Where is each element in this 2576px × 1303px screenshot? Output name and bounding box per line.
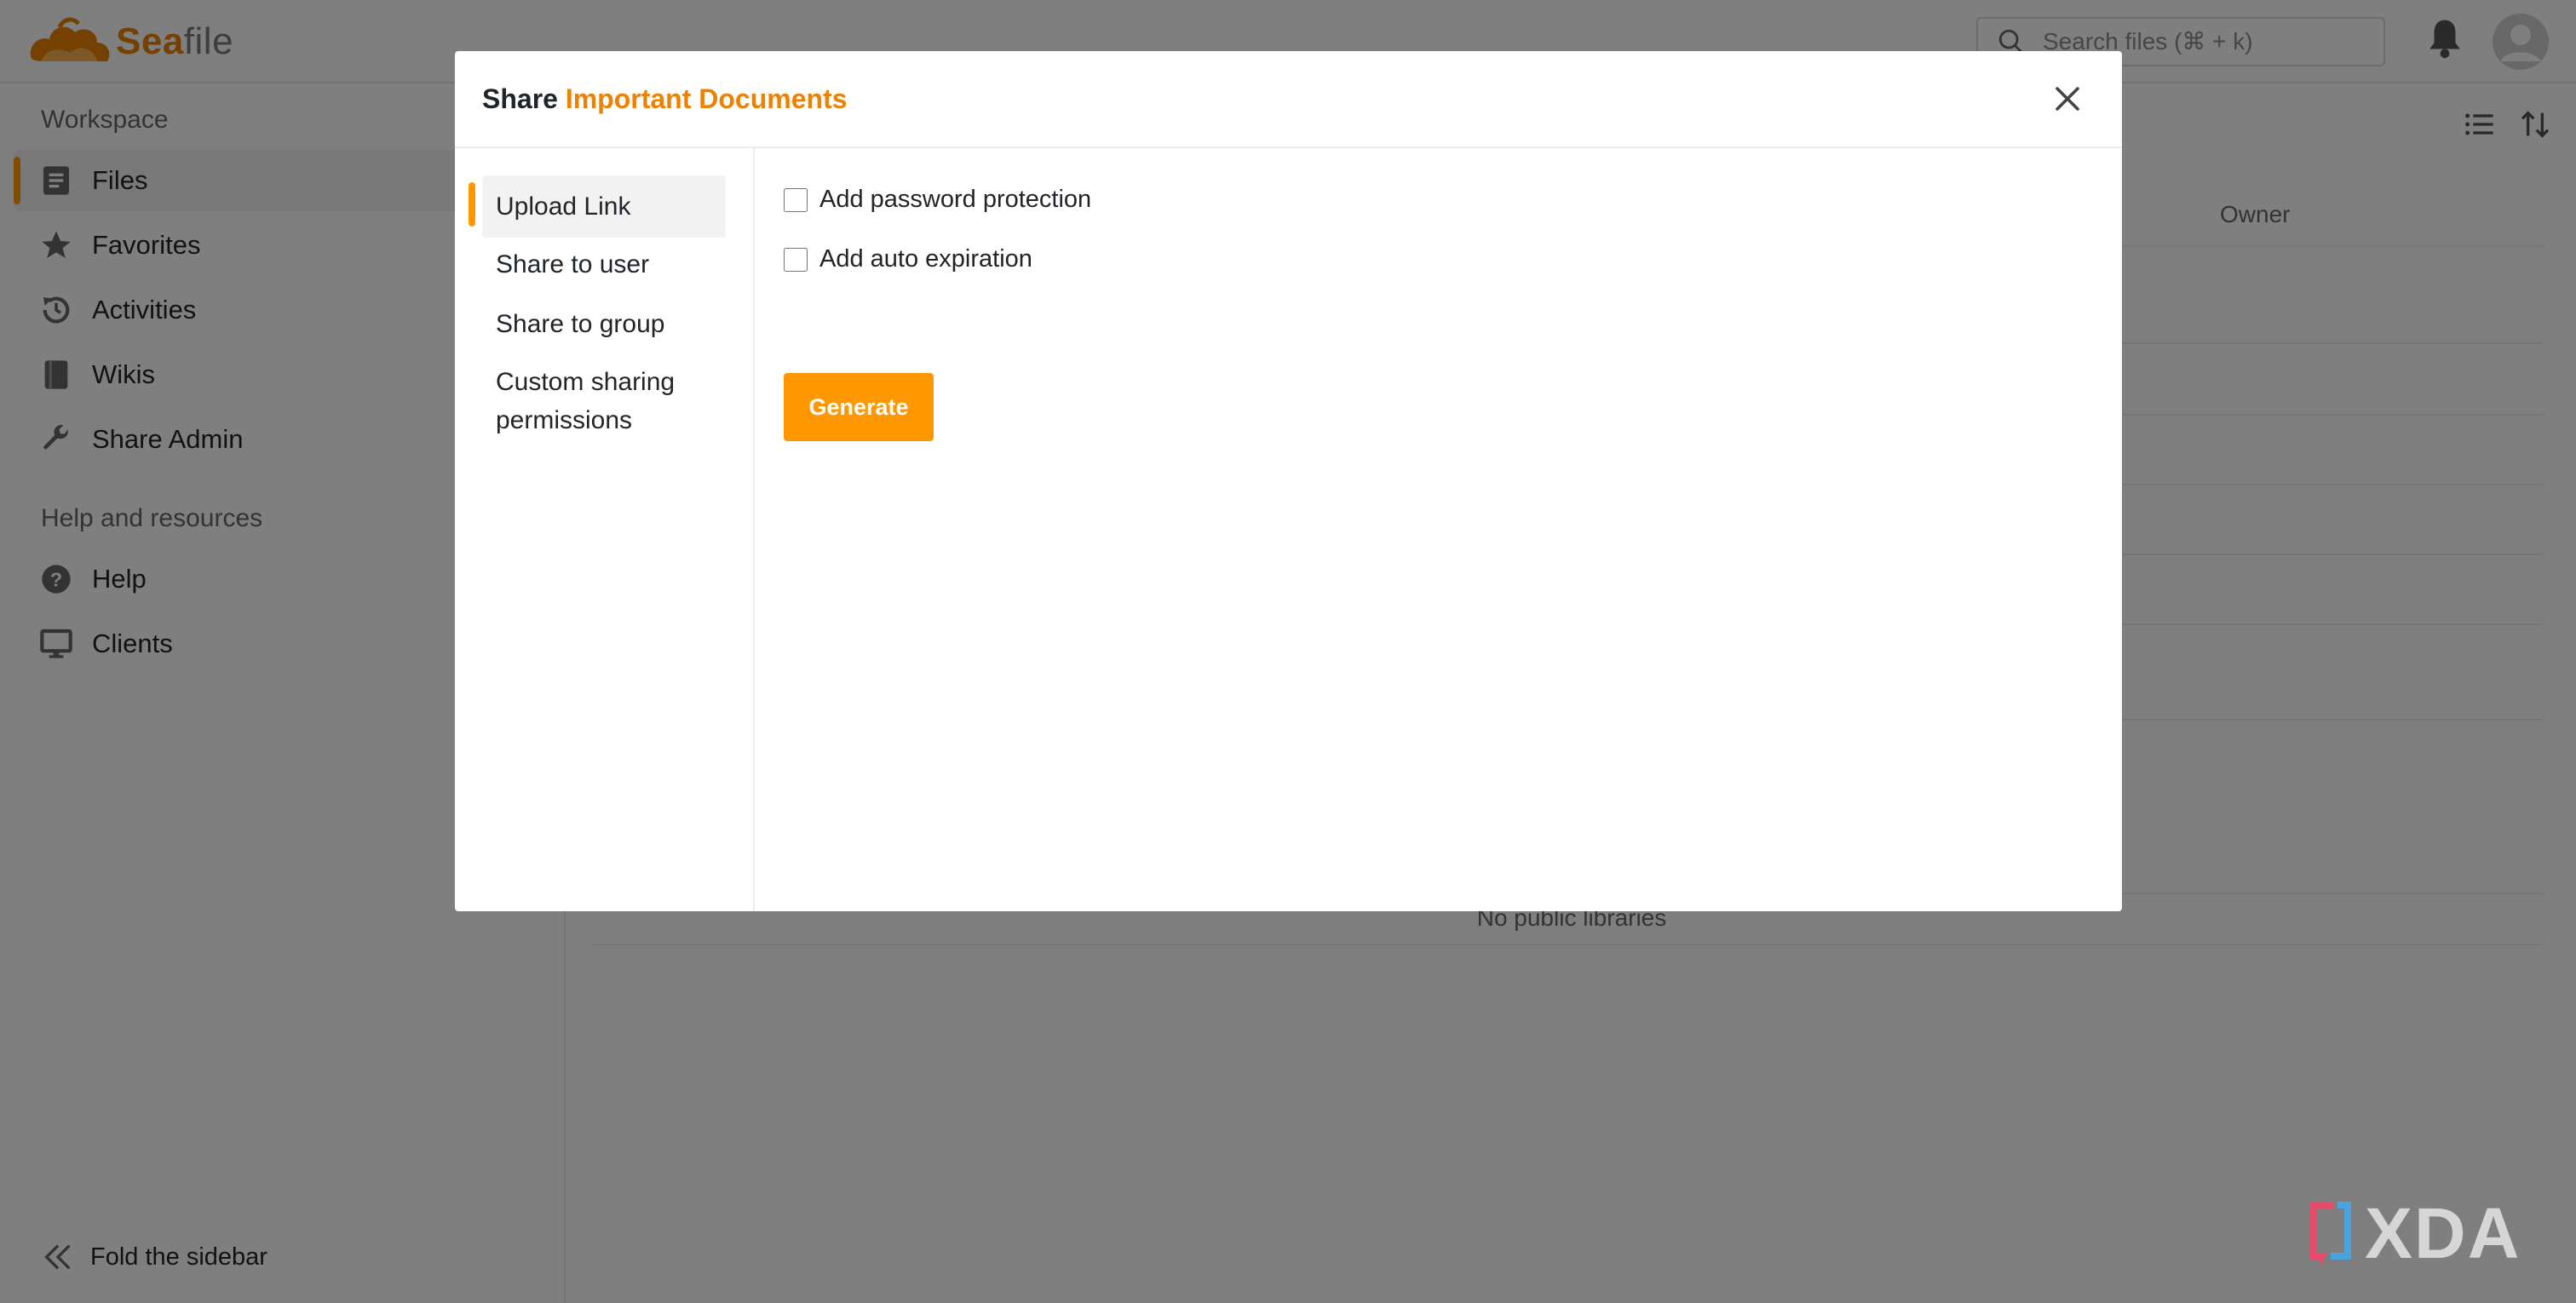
- auto-expiration-label: Add auto expiration: [819, 245, 1032, 273]
- dialog-header: Share Important Documents: [455, 51, 2122, 148]
- app-window: Seafile Workspace: [0, 0, 2576, 1303]
- watermark-text: XDA: [2365, 1193, 2521, 1273]
- tab-custom-sharing-permissions[interactable]: Custom sharing permissions: [482, 351, 726, 451]
- dialog-title-prefix: Share: [482, 83, 558, 114]
- dialog-body: Upload Link Share to user Share to group…: [455, 148, 2122, 911]
- xda-watermark: XDA: [2303, 1192, 2521, 1275]
- password-protection-label: Add password protection: [819, 186, 1092, 213]
- auto-expiration-option[interactable]: Add auto expiration: [784, 245, 1032, 273]
- generate-button[interactable]: Generate: [784, 373, 934, 441]
- dialog-title-item: Important Documents: [565, 83, 848, 114]
- close-icon: [2056, 87, 2079, 111]
- share-dialog: Share Important Documents Upload Link Sh…: [455, 51, 2122, 911]
- close-button[interactable]: [2049, 80, 2086, 118]
- tab-upload-link[interactable]: Upload Link: [469, 175, 726, 238]
- tab-share-to-user[interactable]: Share to user: [482, 233, 726, 296]
- password-protection-option[interactable]: Add password protection: [784, 186, 1091, 214]
- auto-expiration-checkbox[interactable]: [784, 247, 808, 272]
- upload-link-panel: Add password protection Add auto expirat…: [782, 148, 2094, 911]
- password-protection-checkbox[interactable]: [784, 187, 808, 212]
- tab-share-to-group[interactable]: Share to group: [482, 293, 726, 355]
- dialog-title: Share Important Documents: [482, 83, 848, 115]
- xda-logo-icon: [2310, 1201, 2351, 1266]
- share-options-nav: Upload Link Share to user Share to group…: [455, 148, 755, 911]
